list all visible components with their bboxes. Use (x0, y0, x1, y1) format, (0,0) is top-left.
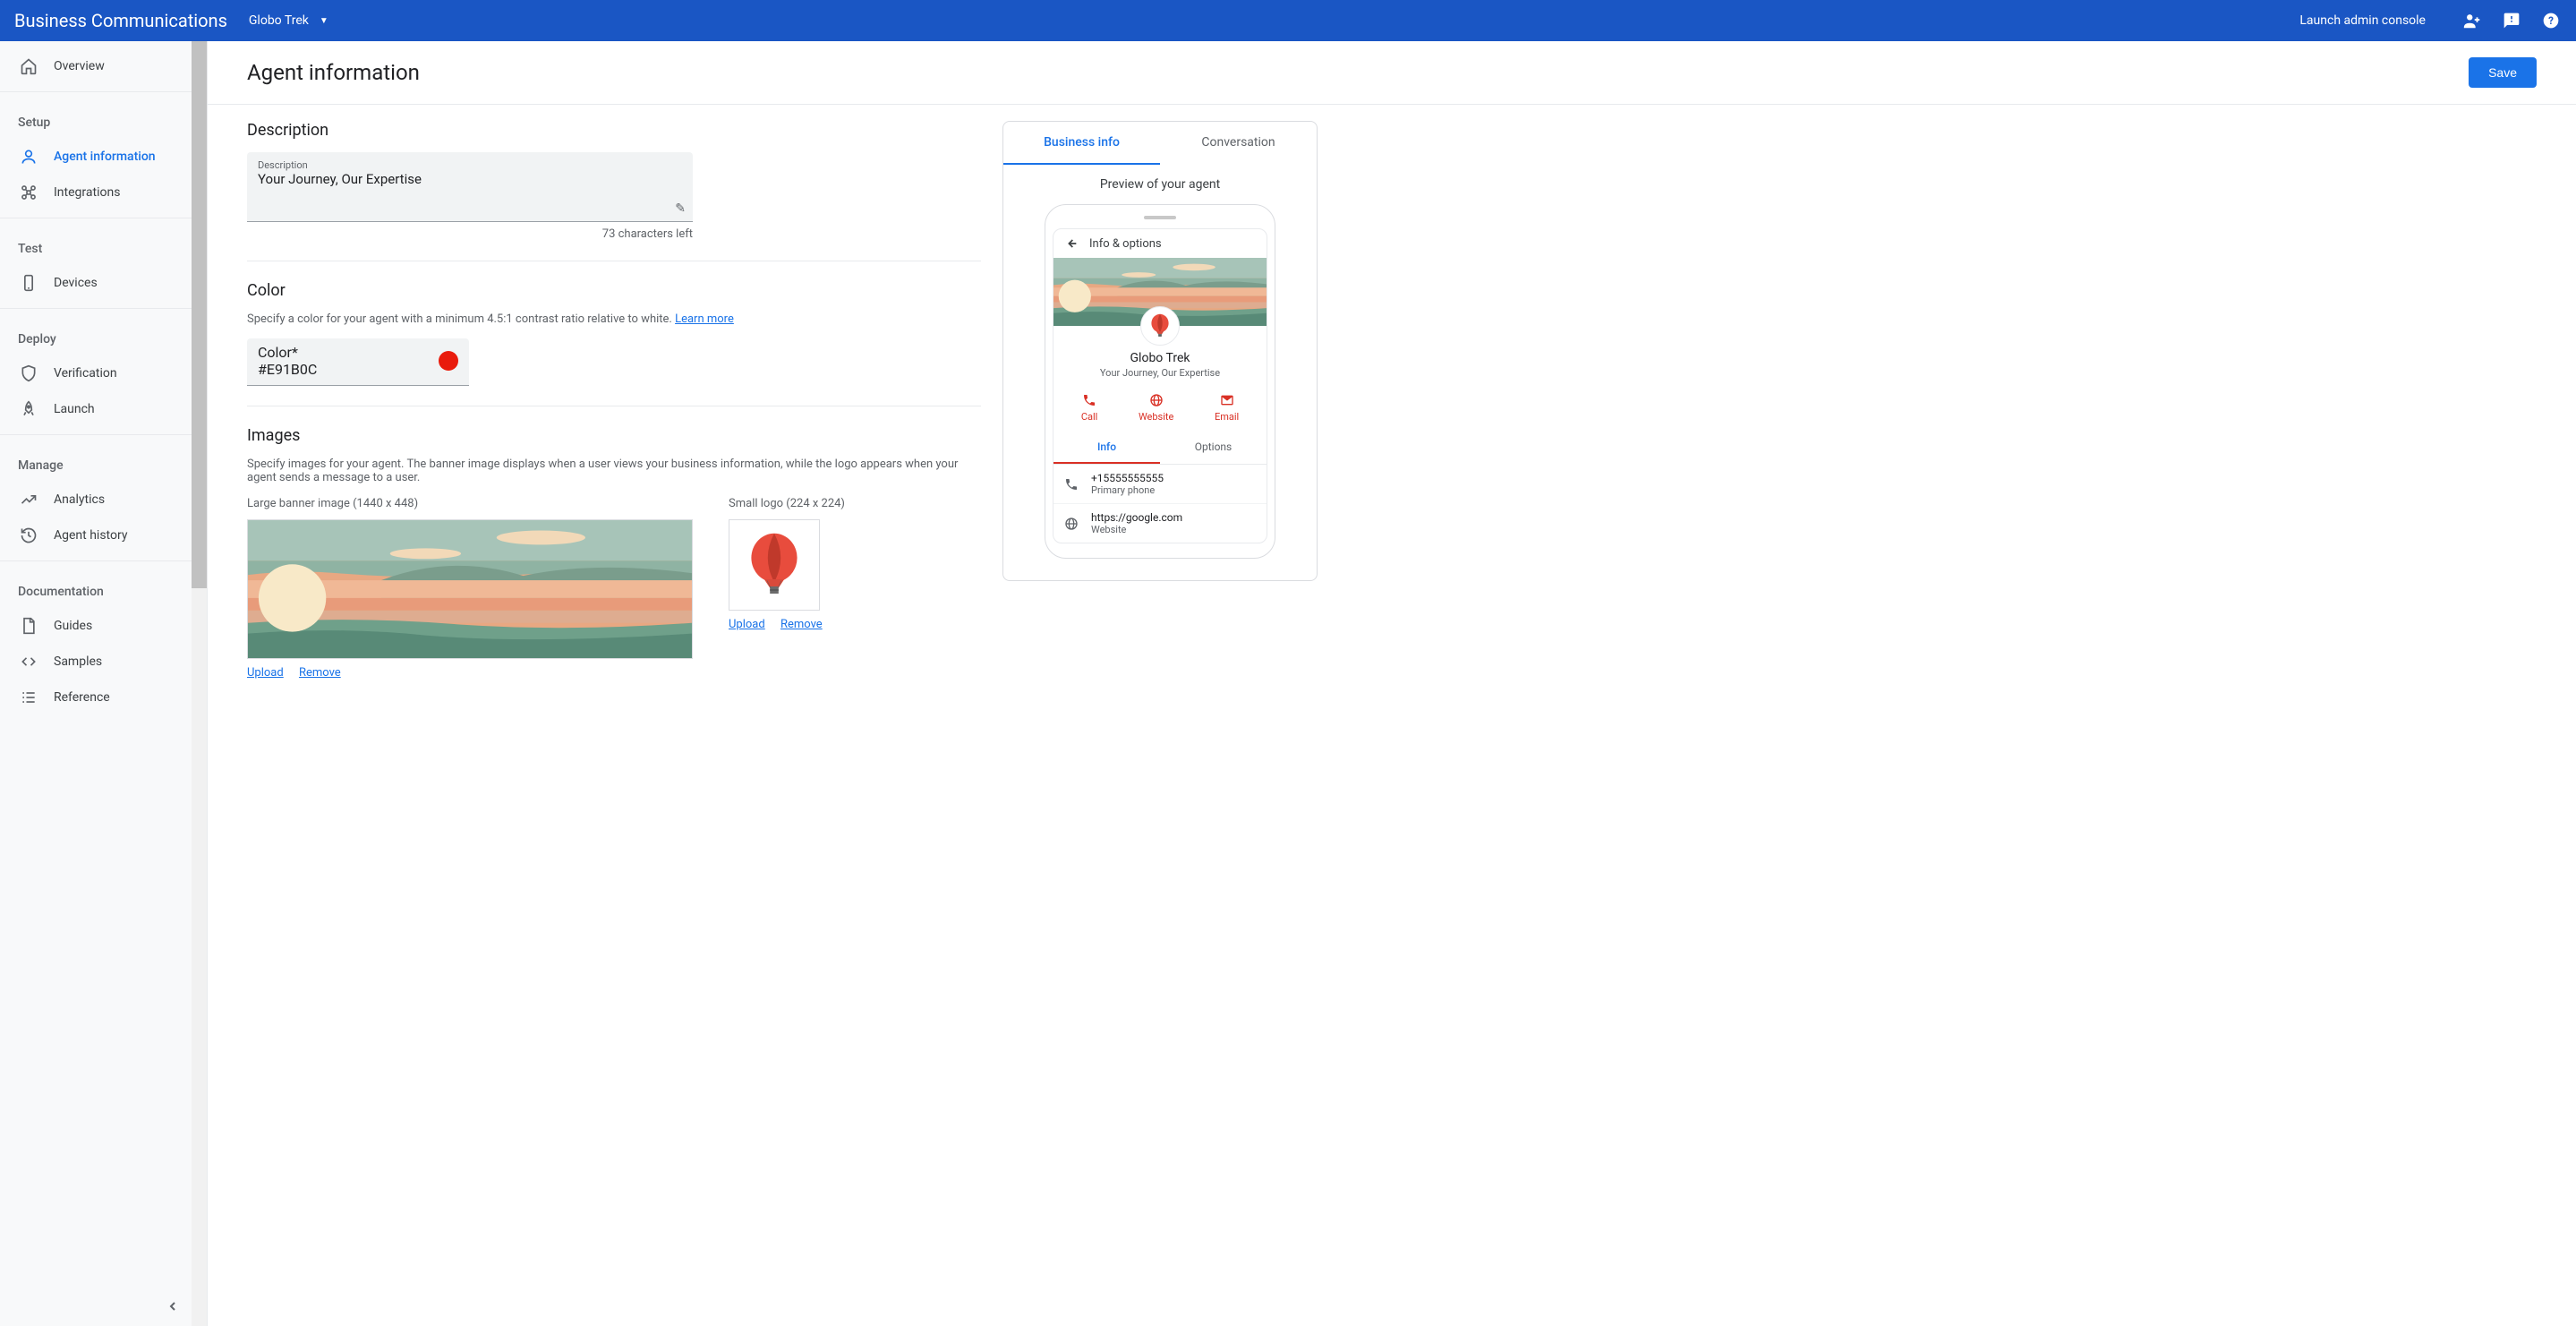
images-heading: Images (247, 426, 981, 445)
sidebar-section-setup: Setup (0, 99, 192, 139)
code-icon (18, 651, 39, 672)
svg-text:?: ? (2548, 14, 2554, 27)
images-help: Specify images for your agent. The banne… (247, 458, 981, 484)
characters-left: 73 characters left (247, 227, 693, 241)
help-icon[interactable]: ? (2540, 10, 2562, 31)
preview-subtab-options[interactable]: Options (1160, 432, 1267, 464)
tab-conversation[interactable]: Conversation (1160, 122, 1317, 165)
preview-caption: Preview of your agent (1003, 165, 1317, 204)
preview-phone-value: +15555555555 (1091, 472, 1164, 484)
description-field[interactable]: Description Your Journey, Our Expertise … (247, 152, 693, 222)
color-heading: Color (247, 281, 981, 300)
color-label: Color* (258, 344, 439, 361)
preview-phone-row: +15555555555 Primary phone (1053, 465, 1267, 504)
back-arrow-icon[interactable] (1064, 236, 1079, 251)
home-icon (18, 56, 39, 77)
phone-preview: Info & options Globo Trek Your Journey, … (1045, 204, 1275, 559)
document-icon (18, 615, 39, 637)
feedback-icon[interactable] (2501, 10, 2522, 31)
partner-select[interactable]: Globo Trek ▼ (249, 13, 328, 28)
person-icon (18, 146, 39, 167)
preview-action-email[interactable]: Email (1215, 393, 1239, 423)
info-options-label: Info & options (1089, 237, 1162, 251)
banner-remove-link[interactable]: Remove (299, 666, 341, 680)
phone-info-icon (1064, 477, 1079, 492)
preview-action-website[interactable]: Website (1139, 393, 1173, 423)
color-swatch (439, 351, 458, 371)
shield-icon (18, 363, 39, 384)
banner-upload-link[interactable]: Upload (247, 666, 284, 680)
description-label: Description (258, 159, 682, 171)
color-field[interactable]: Color* #E91B0C (247, 338, 469, 386)
history-icon (18, 525, 39, 546)
preview-panel: Business info Conversation Preview of yo… (1002, 121, 1318, 581)
chevron-down-icon: ▼ (320, 16, 328, 26)
preview-website-row: https://google.com Website (1053, 504, 1267, 543)
preview-logo (1140, 306, 1180, 346)
share-user-icon[interactable] (2461, 10, 2483, 31)
launch-icon (18, 398, 39, 420)
globe-info-icon (1064, 517, 1079, 531)
sidebar-item-devices[interactable]: Devices (0, 265, 192, 301)
preview-subtab-info[interactable]: Info (1053, 432, 1160, 464)
color-value: #E91B0C (258, 361, 439, 378)
scrollbar[interactable] (192, 41, 207, 1326)
description-value: Your Journey, Our Expertise (258, 171, 682, 187)
collapse-sidebar-icon[interactable] (158, 1292, 187, 1321)
page-title: Agent information (247, 60, 420, 85)
logo-remove-link[interactable]: Remove (780, 618, 823, 631)
app-title: Business Communications (14, 10, 227, 31)
page-header: Agent information Save (208, 41, 2576, 105)
sidebar-item-launch[interactable]: Launch (0, 391, 192, 427)
sidebar-item-samples[interactable]: Samples (0, 644, 192, 680)
phone-notch (1144, 216, 1176, 219)
admin-console-link[interactable]: Launch admin console (2299, 13, 2426, 28)
description-heading: Description (247, 121, 981, 140)
banner-image (247, 519, 693, 659)
sidebar-item-agent-history[interactable]: Agent history (0, 518, 192, 553)
main-content: Agent information Save Description Descr… (208, 41, 2576, 1326)
app-header: Business Communications Globo Trek ▼ Lau… (0, 0, 2576, 41)
sidebar-section-manage: Manage (0, 442, 192, 482)
sidebar: Overview Setup Agent information Integra… (0, 41, 208, 1326)
preview-phone-label: Primary phone (1091, 484, 1164, 496)
list-icon (18, 687, 39, 708)
phone-icon (18, 272, 39, 294)
integrations-icon (18, 182, 39, 203)
sidebar-item-guides[interactable]: Guides (0, 608, 192, 644)
banner-label: Large banner image (1440 x 448) (247, 497, 693, 510)
color-help: Specify a color for your agent with a mi… (247, 312, 981, 326)
save-button[interactable]: Save (2469, 57, 2537, 88)
logo-image-block: Small logo (224 x 224) Upload Remove (729, 497, 845, 680)
analytics-icon (18, 489, 39, 510)
sidebar-item-analytics[interactable]: Analytics (0, 482, 192, 518)
preview-tagline: Your Journey, Our Expertise (1053, 367, 1267, 389)
sidebar-item-agent-info[interactable]: Agent information (0, 139, 192, 175)
preview-website-label: Website (1091, 524, 1182, 535)
edit-icon: ✎ (675, 201, 686, 216)
logo-image (729, 519, 820, 611)
preview-action-call[interactable]: Call (1081, 393, 1098, 423)
learn-more-link[interactable]: Learn more (675, 312, 734, 326)
sidebar-section-docs: Documentation (0, 569, 192, 608)
preview-website-value: https://google.com (1091, 511, 1182, 524)
logo-upload-link[interactable]: Upload (729, 618, 765, 631)
sidebar-item-integrations[interactable]: Integrations (0, 175, 192, 210)
preview-banner (1053, 258, 1267, 326)
partner-name: Globo Trek (249, 13, 309, 28)
sidebar-item-verification[interactable]: Verification (0, 355, 192, 391)
tab-business-info[interactable]: Business info (1003, 122, 1160, 165)
sidebar-item-overview[interactable]: Overview (0, 48, 192, 84)
sidebar-item-reference[interactable]: Reference (0, 680, 192, 715)
banner-image-block: Large banner image (1440 x 448) Upload R… (247, 497, 693, 680)
sidebar-section-test: Test (0, 226, 192, 265)
sidebar-section-deploy: Deploy (0, 316, 192, 355)
logo-label: Small logo (224 x 224) (729, 497, 845, 510)
